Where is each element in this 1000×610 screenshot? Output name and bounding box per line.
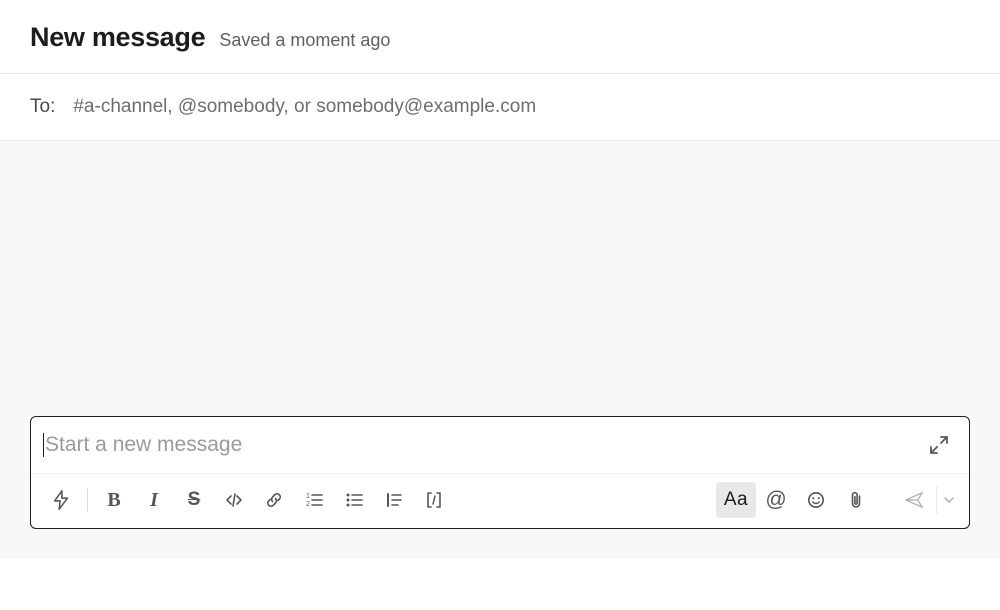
divider (87, 488, 88, 512)
composer: B I S 1 2 (30, 416, 970, 529)
format-toggle-button[interactable]: Aa (716, 482, 756, 518)
attach-button[interactable] (836, 482, 876, 518)
mention-icon: @ (765, 488, 786, 512)
expand-button[interactable] (925, 431, 953, 459)
bullet-list-icon (344, 490, 364, 510)
code-block-button[interactable] (414, 482, 454, 518)
italic-button[interactable]: I (134, 482, 174, 518)
strikethrough-button[interactable]: S (174, 482, 214, 518)
blockquote-icon (384, 490, 404, 510)
composer-wrap: B I S 1 2 (0, 416, 1000, 559)
code-button[interactable] (214, 482, 254, 518)
toolbar: B I S 1 2 (31, 473, 969, 528)
format-icon: Aa (724, 489, 748, 511)
send-options-button[interactable] (939, 482, 959, 518)
composer-input-row (31, 417, 969, 473)
svg-text:2: 2 (306, 501, 310, 508)
ordered-list-icon: 1 2 (304, 490, 324, 510)
bold-button[interactable]: B (94, 482, 134, 518)
paperclip-icon (846, 490, 866, 510)
emoji-button[interactable] (796, 482, 836, 518)
lightning-icon (50, 489, 72, 511)
bold-icon: B (107, 489, 120, 512)
to-label: To: (30, 96, 55, 118)
expand-icon (929, 435, 949, 455)
italic-icon: I (150, 489, 158, 512)
message-input[interactable] (43, 433, 925, 457)
saved-status: Saved a moment ago (219, 30, 390, 51)
ordered-list-button[interactable]: 1 2 (294, 482, 334, 518)
shortcuts-button[interactable] (41, 482, 81, 518)
send-icon (903, 489, 925, 511)
recipient-input[interactable] (73, 96, 970, 118)
body-area (0, 141, 1000, 416)
svg-text:1: 1 (306, 493, 310, 500)
blockquote-button[interactable] (374, 482, 414, 518)
bullet-list-button[interactable] (334, 482, 374, 518)
code-block-icon (424, 490, 444, 510)
strikethrough-icon: S (188, 489, 201, 511)
header: New message Saved a moment ago (0, 0, 1000, 74)
code-icon (224, 490, 244, 510)
link-button[interactable] (254, 482, 294, 518)
emoji-icon (806, 490, 826, 510)
chevron-down-icon (943, 494, 955, 506)
page-title: New message (30, 22, 205, 53)
link-icon (264, 490, 284, 510)
send-button[interactable] (894, 482, 934, 518)
divider (936, 486, 937, 514)
recipient-row: To: (0, 74, 1000, 141)
mention-button[interactable]: @ (756, 482, 796, 518)
